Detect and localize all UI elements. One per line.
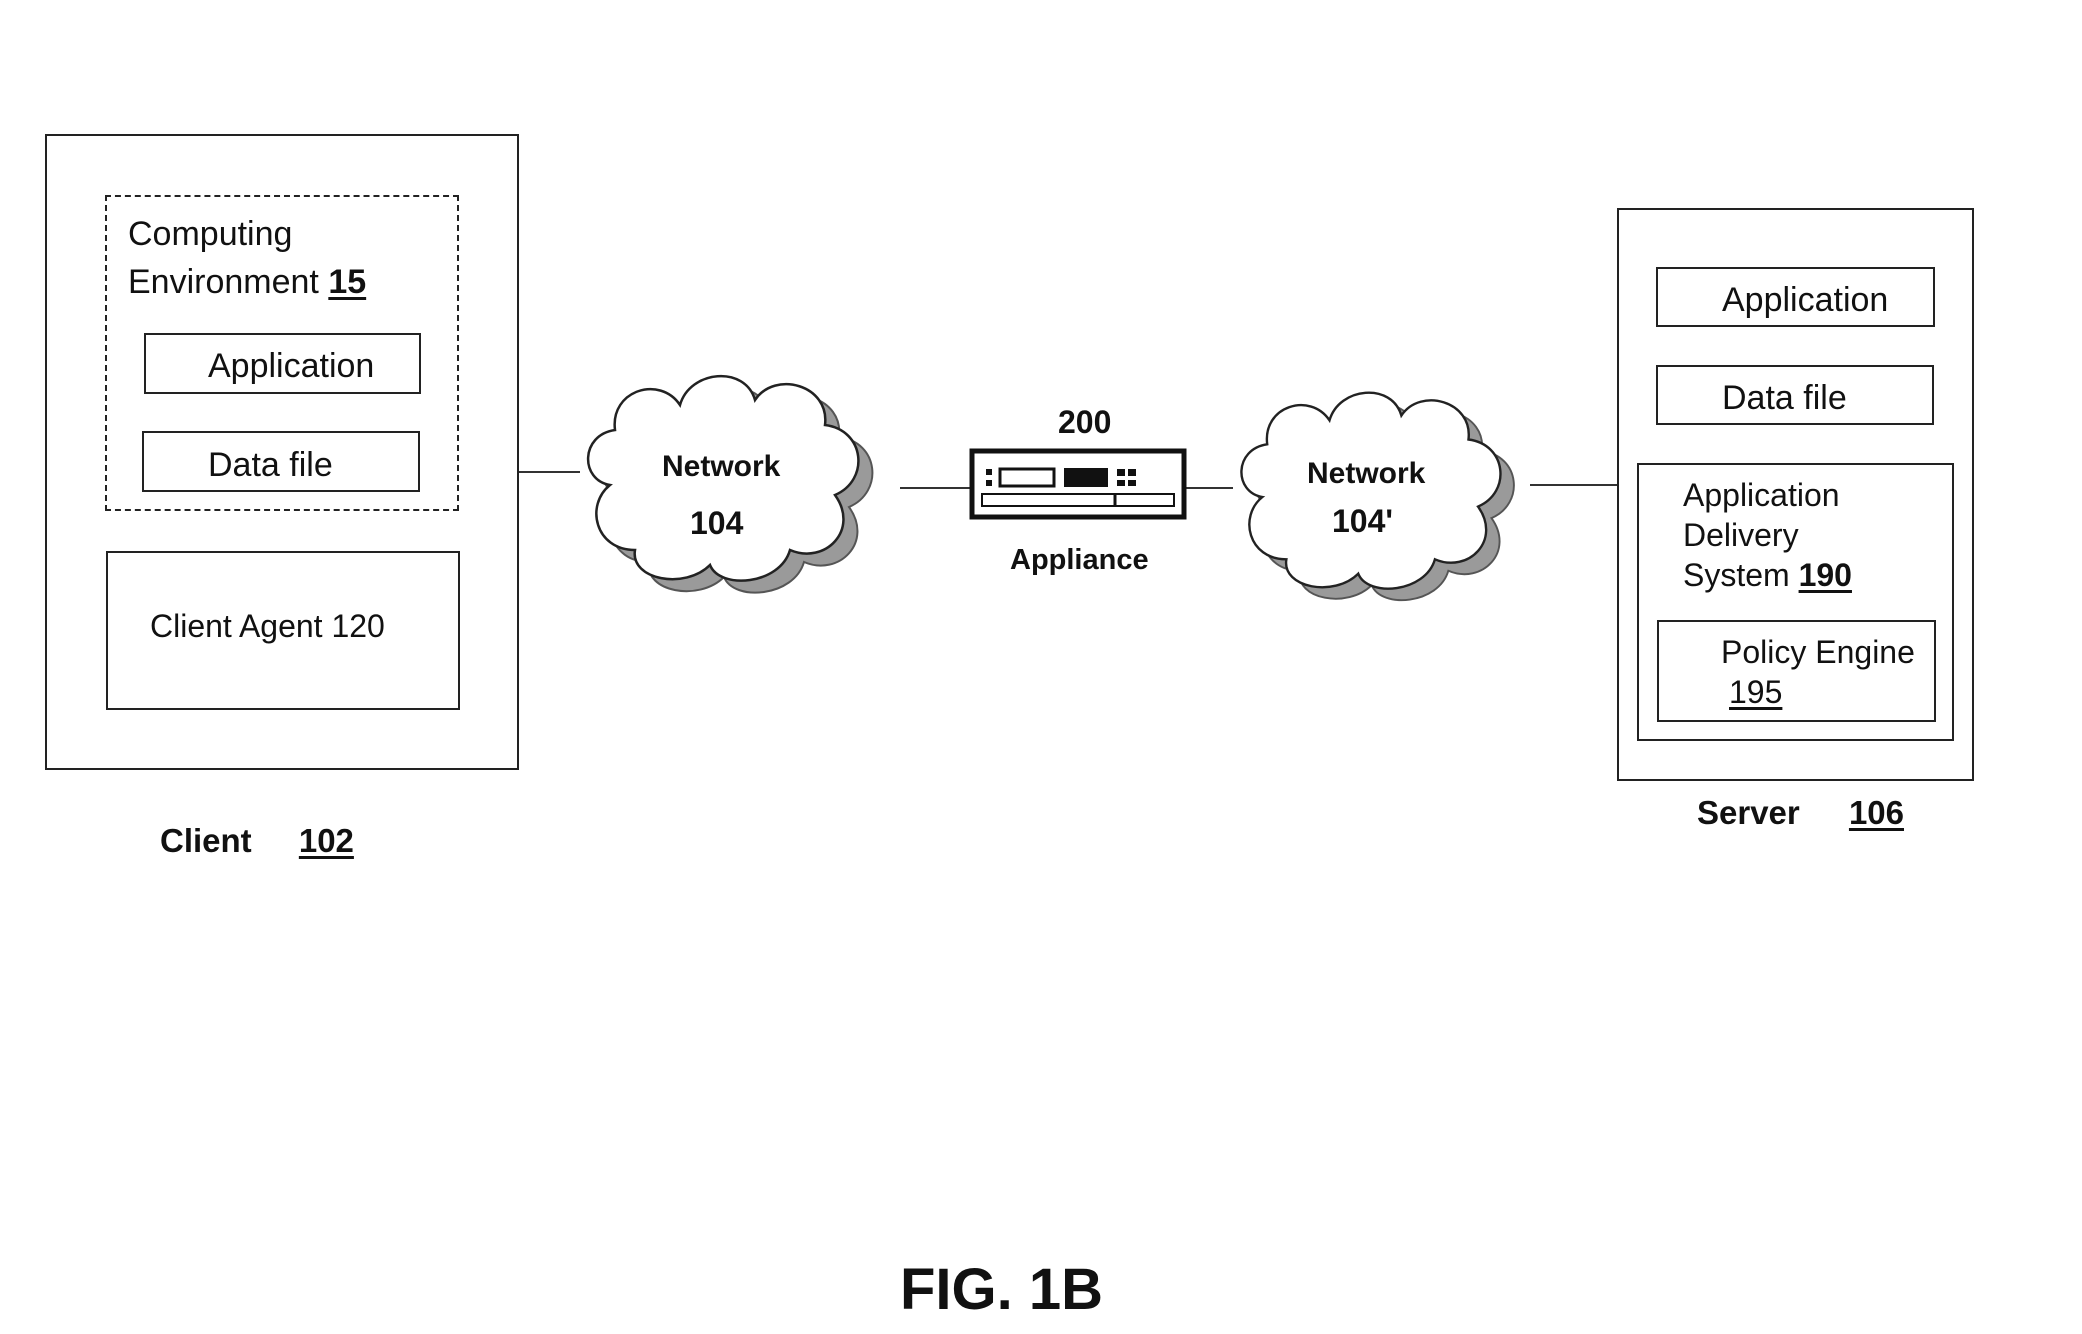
server-ref: 106: [1848, 794, 1904, 831]
network-cloud-icon-2: [1240, 391, 1515, 601]
server-application-box: Application: [1656, 267, 1935, 327]
application-delivery-system-label: Application Delivery System 190: [1683, 477, 1852, 593]
client-data-file-box: Data file: [142, 431, 420, 492]
appliance-label: Appliance: [1010, 544, 1149, 576]
network-104-label: Network: [662, 450, 781, 483]
network-104-prime-label: Network: [1307, 457, 1426, 490]
policy-engine-box: Policy Engine 195: [1657, 620, 1936, 722]
client-ref: 102: [298, 822, 354, 859]
computing-environment-label: Computing Environment 15: [128, 215, 367, 301]
network-cloud-icon: [586, 375, 874, 594]
delivery-system-ref: 190: [1798, 557, 1852, 593]
figure-title: FIG. 1B: [900, 1257, 1104, 1322]
network-104-ref: 104: [690, 505, 744, 541]
client-agent-box: Client Agent 120: [106, 551, 460, 710]
appliance-ref: 200: [1058, 404, 1112, 440]
appliance-icon: [969, 448, 1187, 520]
policy-engine-label: Policy Engine 195: [1721, 634, 1915, 710]
computing-environment-ref: 15: [328, 263, 367, 301]
client-application-box: Application: [144, 333, 421, 394]
network-104-prime-ref: 104': [1332, 503, 1393, 539]
client-label: Client 102: [160, 822, 354, 859]
policy-engine-ref: 195: [1729, 674, 1783, 710]
server-data-file-box: Data file: [1656, 365, 1934, 425]
server-label: Server 106: [1697, 794, 1904, 831]
link-network-appliance: [900, 487, 972, 489]
